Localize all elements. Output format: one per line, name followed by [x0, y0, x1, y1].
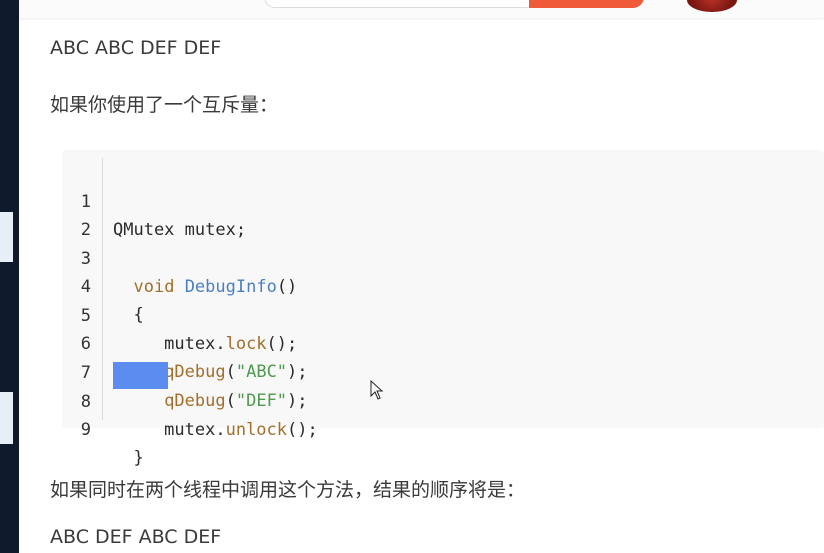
code-line: 2 [62, 188, 824, 240]
code-line: 7 qDebug("DEF"); [62, 331, 824, 411]
code-line: 9 } [62, 388, 824, 468]
code-text: } [113, 448, 144, 468]
text-selection-highlight [113, 362, 168, 389]
code-block: 1 QMutex mutex; 2 3 void DebugInfo() 4 {… [62, 150, 824, 468]
avatar[interactable] [687, 0, 737, 12]
text-paragraph-3: 如果同时在两个线程中调用这个方法，结果的顺序将是： [50, 479, 526, 501]
left-sidebar-rail [0, 0, 19, 553]
search-input[interactable] [264, 0, 536, 8]
text-paragraph-2: 如果你使用了一个互斥量： [50, 94, 279, 116]
search-button[interactable] [529, 0, 644, 8]
sidebar-panel-lower [0, 392, 13, 444]
code-line: 1 QMutex mutex; [62, 160, 824, 240]
code-line: 5 mutex.lock(); [62, 274, 824, 354]
sidebar-panel-upper [0, 212, 13, 262]
text-paragraph-4: ABC DEF ABC DEF [50, 526, 222, 548]
code-line: 4 { [62, 245, 824, 325]
code-line: 3 void DebugInfo() [62, 217, 824, 297]
text-paragraph-1: ABC ABC DEF DEF [50, 37, 222, 59]
top-header-bar [19, 0, 824, 18]
code-line: 6 qDebug("ABC"); [62, 302, 824, 382]
line-number: 9 [80, 420, 91, 440]
code-text: mutex.unlock(); [113, 420, 318, 440]
code-line: 8 mutex.unlock(); [62, 360, 824, 440]
arrow-cursor-icon [370, 379, 386, 406]
